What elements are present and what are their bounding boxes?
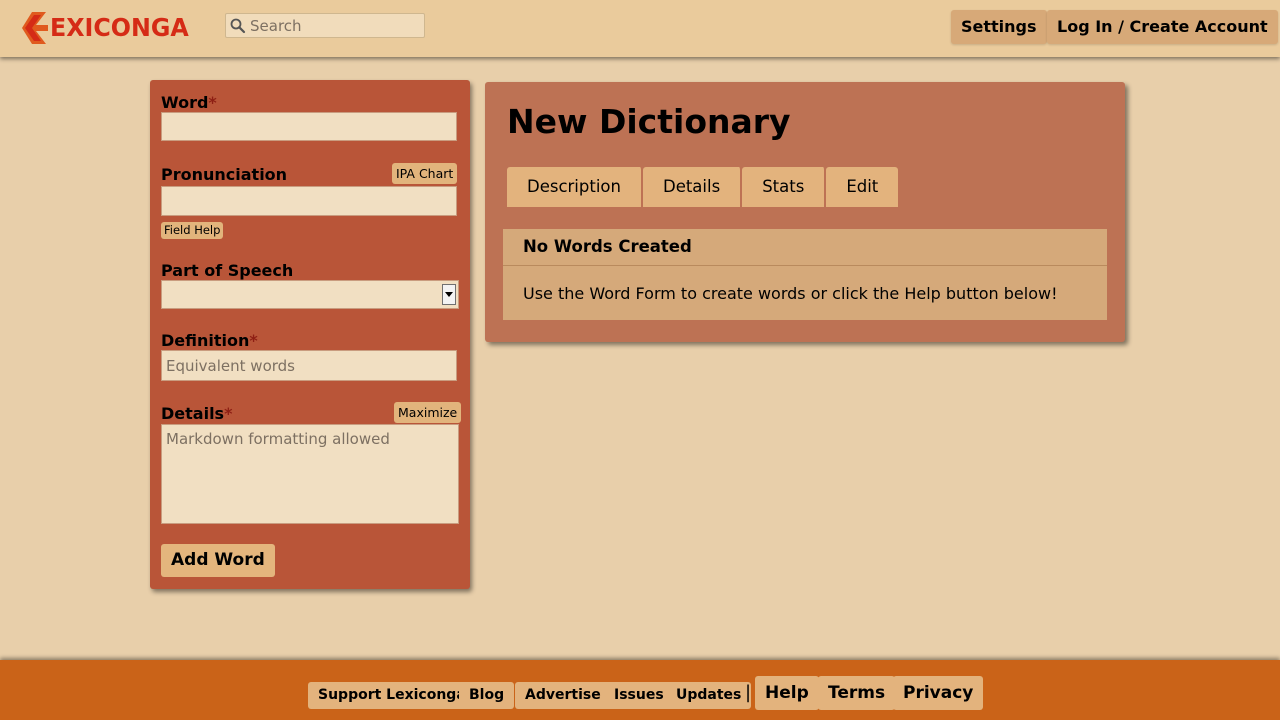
word-form: Word* Pronunciation IPA Chart Field Help… <box>150 80 470 589</box>
word-label-text: Word <box>161 93 209 112</box>
entries-title: No Words Created <box>523 237 692 256</box>
pronunciation-input[interactable] <box>161 186 457 216</box>
details-label: Details* <box>161 404 232 423</box>
field-help-button[interactable]: Field Help <box>161 222 224 239</box>
search-box[interactable] <box>225 13 425 38</box>
tab-stats[interactable]: Stats <box>742 167 827 207</box>
logo[interactable]: EXICONGA <box>22 10 196 46</box>
dictionary-title: New Dictionary <box>507 102 791 141</box>
required-mark: * <box>208 93 217 112</box>
header: EXICONGA Settings Log In / Create Accoun… <box>0 0 1280 57</box>
word-input[interactable] <box>161 112 457 141</box>
tab-details[interactable]: Details <box>642 167 743 207</box>
entries-panel: No Words Created Use the Word Form to cr… <box>503 229 1107 320</box>
settings-button[interactable]: Settings <box>951 10 1047 44</box>
tab-description[interactable]: Description <box>507 167 643 207</box>
login-button[interactable]: Log In / Create Account <box>1047 10 1278 44</box>
required-mark: * <box>224 404 233 423</box>
definition-label-text: Definition <box>161 331 250 350</box>
support-button[interactable]: Support Lexiconga <box>308 682 476 709</box>
divider <box>503 265 1107 266</box>
details-textarea[interactable] <box>161 424 459 524</box>
privacy-button[interactable]: Privacy <box>893 676 984 710</box>
add-word-button[interactable]: Add Word <box>161 544 275 577</box>
details-label-text: Details <box>161 404 225 423</box>
part-of-speech-select[interactable] <box>161 280 459 309</box>
tab-edit[interactable]: Edit <box>826 167 899 207</box>
dictionary-panel: New Dictionary Description Details Stats… <box>485 82 1125 342</box>
search-input[interactable] <box>250 16 420 35</box>
issues-button[interactable]: Issues <box>604 682 674 709</box>
word-label: Word* <box>161 93 217 112</box>
help-button[interactable]: Help <box>755 676 819 710</box>
logo-l-icon <box>22 12 48 44</box>
search-icon <box>230 18 246 33</box>
terms-button[interactable]: Terms <box>818 676 896 710</box>
updates-button[interactable]: Updates <box>666 682 752 709</box>
chevron-down-icon[interactable] <box>442 284 456 305</box>
definition-label: Definition* <box>161 331 258 350</box>
advertise-button[interactable]: Advertise <box>515 682 611 709</box>
pronunciation-label: Pronunciation <box>161 165 288 184</box>
entries-message: Use the Word Form to create words or cli… <box>523 284 1058 303</box>
blog-button[interactable]: Blog <box>459 682 515 709</box>
ipa-chart-button[interactable]: IPA Chart <box>392 163 458 184</box>
footer-separator: | <box>745 682 752 703</box>
logo-text: EXICONGA <box>50 13 189 42</box>
footer: Support Lexiconga Blog Advertise Issues … <box>0 660 1280 720</box>
definition-input[interactable] <box>161 350 457 381</box>
part-of-speech-label: Part of Speech <box>161 261 294 280</box>
dictionary-tabs: Description Details Stats Edit <box>507 167 899 207</box>
required-mark: * <box>249 331 258 350</box>
maximize-button[interactable]: Maximize <box>394 402 462 423</box>
